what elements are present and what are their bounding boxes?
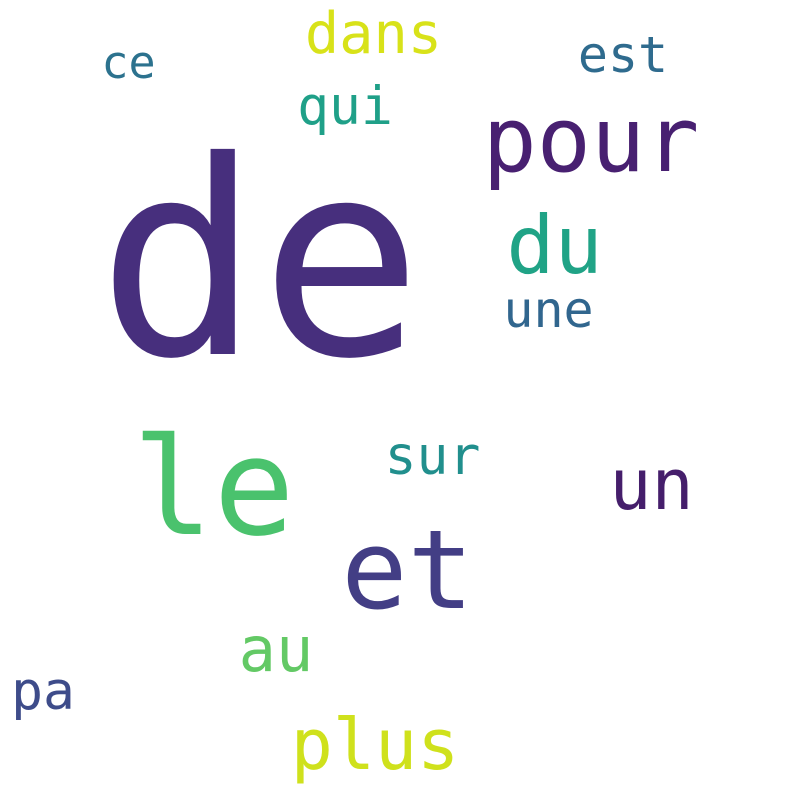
word-pa: pa xyxy=(11,661,75,722)
word-ce: ce xyxy=(101,36,156,89)
word-plus: plus xyxy=(290,704,460,786)
word-pour: pour xyxy=(482,87,700,193)
word-qui: qui xyxy=(297,76,393,137)
word-est: est xyxy=(577,26,669,84)
word-le: le xyxy=(132,409,295,566)
word-sur: sur xyxy=(384,426,481,487)
word-une: une xyxy=(503,281,594,339)
word-un: un xyxy=(609,444,694,526)
word-dans: dans xyxy=(304,0,443,67)
word-cloud: de pour le un et du une sur au plus dans… xyxy=(0,0,800,800)
word-au: au xyxy=(238,612,314,686)
word-de: de xyxy=(97,102,423,418)
word-et: et xyxy=(341,506,474,634)
word-du: du xyxy=(506,198,603,292)
